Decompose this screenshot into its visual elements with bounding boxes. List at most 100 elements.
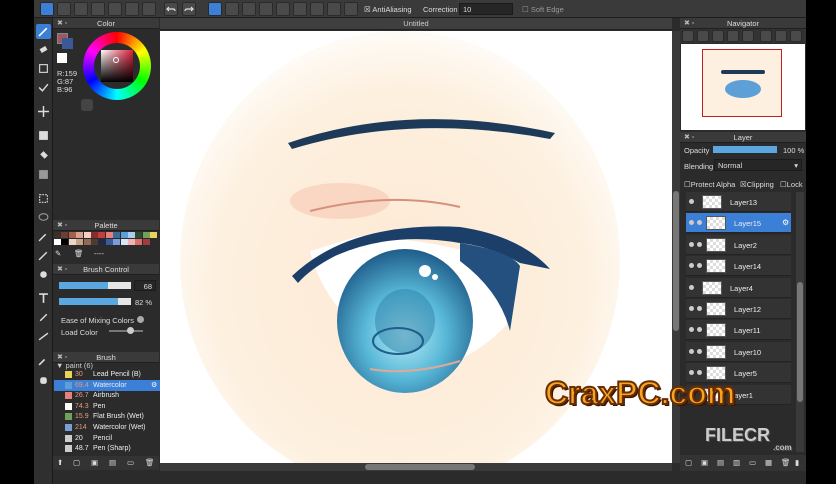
protect-alpha-checkbox[interactable]: ☐Protect Alpha	[684, 180, 735, 189]
palette-swatch[interactable]	[91, 239, 98, 245]
eye-icon[interactable]	[689, 327, 694, 333]
layer-row[interactable]: Layer15 ⚙	[686, 213, 791, 234]
palette-swatch[interactable]	[105, 232, 113, 238]
new-layer-icon[interactable]: ▢	[685, 458, 692, 467]
text-tool-icon[interactable]	[36, 291, 51, 306]
rect-tool-icon[interactable]	[36, 61, 51, 76]
arrow-icon[interactable]	[259, 2, 273, 16]
gradient-tool-icon[interactable]	[36, 167, 51, 182]
brush-list-item[interactable]: 69.4 Watercolor ⚙	[54, 379, 164, 391]
ease-of-mixing-toggle[interactable]	[137, 316, 144, 323]
close-icon[interactable]: ✖ ▫	[57, 264, 67, 275]
select-eraser-icon[interactable]	[36, 267, 51, 282]
frame-tool-icon[interactable]	[36, 310, 51, 325]
eye-icon[interactable]	[689, 241, 694, 247]
palette-swatch[interactable]	[113, 232, 121, 238]
delete-layer-icon[interactable]: 🗑	[781, 458, 791, 467]
brush-copy-icon[interactable]: ▣	[91, 458, 98, 467]
brush-list-item[interactable]: 15.9 Flat Brush (Wet)	[54, 411, 164, 422]
brush-new-icon[interactable]: ▢	[73, 458, 80, 467]
palette-swatch[interactable]	[83, 239, 91, 245]
palette-swatch[interactable]	[120, 239, 128, 245]
duplicate-layer-icon[interactable]: ▦	[765, 458, 772, 467]
eye-icon[interactable]	[689, 348, 694, 354]
palette-swatch[interactable]	[91, 232, 98, 238]
close-icon[interactable]: ✖ ▫	[684, 132, 694, 143]
lock-checkbox[interactable]: ☐Lock	[780, 180, 803, 189]
magic-wand-icon[interactable]	[36, 229, 51, 244]
palette-swatch[interactable]	[135, 232, 143, 238]
undo-button[interactable]	[164, 2, 178, 16]
transparent-swatch[interactable]	[57, 53, 67, 63]
rect-select-icon[interactable]	[225, 2, 239, 16]
navigator-viewport[interactable]	[702, 49, 782, 117]
eye-icon[interactable]	[689, 263, 694, 269]
zoom-in-icon[interactable]	[682, 30, 694, 42]
brush-list-item[interactable]: 30 Lead Pencil (B)	[54, 369, 164, 380]
rotate-icon[interactable]	[760, 30, 772, 42]
palette-swatch[interactable]	[83, 232, 91, 238]
layer-menu-icon[interactable]: ▮	[795, 458, 799, 467]
load-color-slider[interactable]	[109, 327, 143, 334]
palette-swatch[interactable]	[142, 239, 150, 245]
palette-swatch[interactable]	[113, 239, 121, 245]
close-icon[interactable]: ✖ ▫	[684, 18, 694, 29]
flip-icon[interactable]	[790, 30, 802, 42]
horizontal-scroll-thumb[interactable]	[365, 464, 475, 470]
gear-icon[interactable]: ⚙	[782, 218, 789, 227]
cloud-icon[interactable]	[40, 2, 54, 16]
layer-row[interactable]: Layer10	[686, 341, 791, 362]
bucket-tool-icon[interactable]	[36, 148, 51, 163]
eye-icon[interactable]	[689, 306, 694, 311]
palette-swatch[interactable]	[98, 239, 106, 245]
brush-tool-icon[interactable]	[36, 24, 51, 39]
move-tool-icon[interactable]	[36, 104, 51, 119]
menu-icon[interactable]	[125, 2, 139, 16]
comment-icon[interactable]	[74, 2, 88, 16]
palette-swatch[interactable]	[98, 232, 106, 238]
fill-select-icon[interactable]	[242, 2, 256, 16]
palette-swatch[interactable]	[128, 232, 135, 238]
rotate-left-icon[interactable]	[742, 30, 754, 42]
brush-import-icon[interactable]: ▤	[109, 458, 116, 467]
brush-list-item[interactable]: 214 Watercolor (Wet)	[54, 422, 164, 433]
redo-button[interactable]	[182, 2, 196, 16]
clipping-checkbox[interactable]: ☒Clipping	[740, 180, 774, 189]
layer-row[interactable]: Layer2	[686, 234, 791, 255]
eye-icon[interactable]	[689, 284, 694, 290]
palette-swatch[interactable]	[68, 232, 76, 238]
brush-folder-icon[interactable]: ▭	[127, 458, 134, 467]
check-tool-icon[interactable]	[36, 80, 51, 95]
new-halftone-layer-icon[interactable]: ▣	[701, 458, 708, 467]
palette-swatch[interactable]	[68, 239, 76, 245]
color-wheel[interactable]	[83, 32, 151, 100]
brush-list-item[interactable]: 26.7 Airbrush	[54, 390, 164, 401]
palette-swatch[interactable]	[61, 232, 69, 238]
layer-opacity-slider[interactable]	[713, 146, 777, 153]
brush-size-value[interactable]: 68	[134, 280, 156, 291]
brush-list-item[interactable]: 48.7 Pen (Sharp)	[54, 443, 164, 454]
grid-icon[interactable]	[108, 2, 122, 16]
new-1bit-layer-icon[interactable]: ▤	[717, 458, 724, 467]
symmetry-icon[interactable]	[276, 2, 290, 16]
layer-folder-icon[interactable]: ▭	[749, 458, 756, 467]
brush-delete-icon[interactable]: 🗑	[145, 458, 155, 467]
select-tool-icon[interactable]	[36, 191, 51, 206]
rotate-right-icon[interactable]	[775, 30, 787, 42]
layer-row[interactable]: Layer11	[686, 320, 791, 341]
palette-swatch[interactable]	[128, 239, 135, 245]
list-icon[interactable]	[142, 2, 156, 16]
gallery-icon[interactable]	[91, 2, 105, 16]
eraser-tool-icon[interactable]	[36, 42, 51, 57]
shape-tool-icon[interactable]	[36, 128, 51, 143]
zoom-out-icon[interactable]	[697, 30, 709, 42]
brush-add-icon[interactable]: ⬆	[57, 458, 63, 467]
palette-swatch[interactable]	[105, 239, 113, 245]
layer-row[interactable]: Layer12	[686, 299, 791, 319]
palette-swatch[interactable]	[54, 232, 61, 238]
correction-select[interactable]: 10	[459, 3, 513, 15]
close-icon[interactable]: ✖ ▫	[57, 18, 67, 29]
hand-tool-icon[interactable]	[36, 372, 51, 387]
palette-swatch[interactable]	[54, 239, 61, 245]
palette-swatch[interactable]	[150, 232, 158, 238]
